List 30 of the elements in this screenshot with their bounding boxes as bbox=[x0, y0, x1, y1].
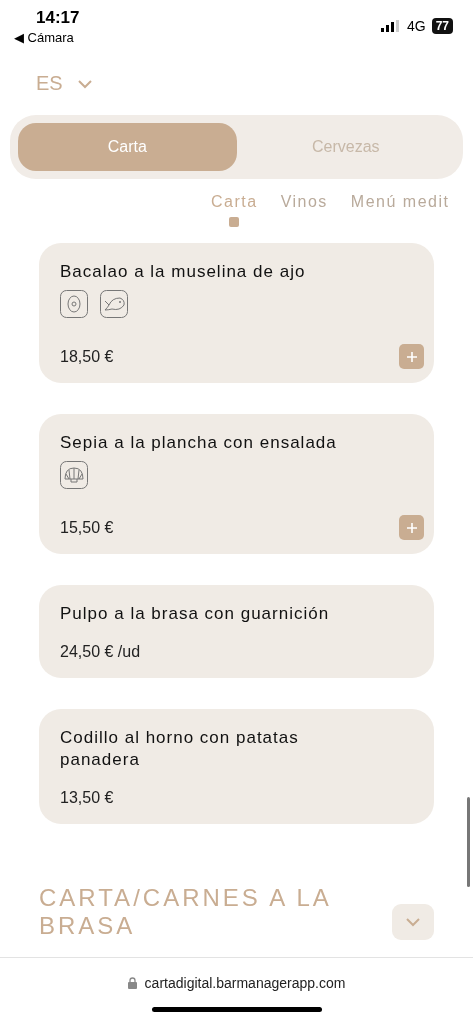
dish-card[interactable]: Sepia a la plancha con ensalada 15,50 € bbox=[39, 414, 434, 554]
plus-icon bbox=[405, 521, 418, 534]
back-link[interactable]: ◀ Cámara bbox=[14, 30, 74, 45]
signal-icon bbox=[380, 20, 401, 32]
plus-icon bbox=[405, 350, 418, 363]
add-button[interactable] bbox=[399, 344, 424, 369]
section-title: CARTA/CARNES A LA BRASA bbox=[39, 884, 332, 940]
lock-icon bbox=[127, 977, 137, 989]
clock-time: 14:17 bbox=[36, 8, 80, 28]
network-label: 4G bbox=[406, 18, 426, 34]
dish-price: 15,50 € bbox=[60, 518, 114, 537]
chevron-down-icon bbox=[76, 78, 93, 89]
dish-name: Pulpo a la brasa con guarnición bbox=[60, 603, 331, 625]
expand-button[interactable] bbox=[392, 904, 434, 940]
add-button[interactable] bbox=[399, 515, 424, 540]
battery-indicator: 77 bbox=[431, 18, 453, 34]
dish-price: 18,50 € bbox=[60, 347, 114, 366]
dish-name: Sepia a la plancha con ensalada bbox=[60, 432, 338, 454]
shell-icon bbox=[60, 461, 88, 489]
dish-price: 13,50 € bbox=[60, 788, 114, 807]
dish-card[interactable]: Bacalao a la muselina de ajo 18,50 € bbox=[39, 243, 434, 383]
dish-price: 24,50 € /ud bbox=[60, 642, 141, 661]
fish-icon bbox=[100, 290, 128, 318]
dish-card[interactable]: Pulpo a la brasa con guarnición 24,50 € /ud bbox=[39, 585, 434, 678]
egg-icon bbox=[60, 290, 88, 318]
chevron-down-icon bbox=[405, 917, 421, 927]
dish-card[interactable]: Codillo al horno con patatas panadera 13,50 € bbox=[39, 709, 434, 824]
dish-name: Codillo al horno con patatas panadera bbox=[60, 727, 300, 771]
address-bar-url[interactable]: cartadigital.barmanagerapp.com bbox=[144, 975, 346, 991]
dish-name: Bacalao a la muselina de ajo bbox=[60, 261, 307, 283]
